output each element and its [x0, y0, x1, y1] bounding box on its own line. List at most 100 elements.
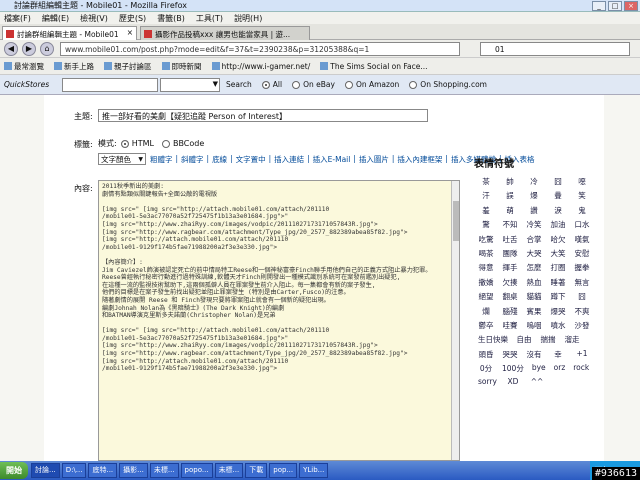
taskbar-task[interactable]: YLib...	[299, 463, 329, 478]
emoticon-item[interactable]: sorry	[474, 377, 501, 391]
search-input[interactable]: 01	[480, 42, 630, 56]
emoticon-item[interactable]: 讚	[522, 205, 546, 219]
emoticon-item[interactable]: bye	[528, 363, 550, 377]
emoticon-item[interactable]: 生日快樂	[474, 334, 512, 348]
back-icon[interactable]: ◀	[4, 42, 18, 56]
emoticon-item[interactable]: 爆	[522, 190, 546, 204]
emoticon-item[interactable]: 安慰	[570, 248, 594, 262]
emoticon-item[interactable]: 驚	[474, 219, 498, 233]
close-button[interactable]: ×	[624, 1, 638, 11]
emoticon-item[interactable]: 哭哭	[498, 349, 522, 363]
scrollbar-thumb[interactable]	[453, 201, 459, 241]
radio-ebay[interactable]: On eBay	[292, 80, 335, 89]
insert-image-button[interactable]: 插入圖片	[359, 154, 389, 165]
mode-bbcode-radio[interactable]: BBCode	[161, 139, 204, 148]
minimize-button[interactable]: _	[592, 1, 606, 11]
emoticon-item[interactable]: 噴水	[546, 320, 570, 334]
emoticon-item[interactable]: 沙發	[570, 320, 594, 334]
emoticon-item[interactable]: 0分	[474, 363, 498, 377]
bookmark-item[interactable]: 新手上路	[54, 61, 94, 72]
emoticon-item[interactable]: 誤	[498, 190, 522, 204]
center-button[interactable]: 文字置中	[236, 154, 266, 165]
subject-input[interactable]: 推一部好看的美劇【疑犯追蹤 Person of Interest】	[98, 109, 428, 122]
start-button[interactable]: 開始	[0, 462, 28, 479]
taskbar-task[interactable]: 討論...	[31, 463, 60, 478]
menu-bookmarks[interactable]: 書籤(B)	[157, 13, 185, 24]
emoticon-item[interactable]: 嗚咽	[522, 320, 546, 334]
bookmark-item[interactable]: 即時新聞	[161, 61, 202, 72]
tab-other[interactable]: 攝影作品投稿xxx 讓男也能當家具 | 遊...	[140, 26, 310, 40]
quickstores-search-button[interactable]: Search	[226, 80, 252, 89]
emoticon-item[interactable]: 沒有	[522, 349, 546, 363]
emoticon-item[interactable]: 加油	[546, 219, 570, 233]
emoticon-item[interactable]: 不爽	[570, 306, 594, 320]
emoticon-item[interactable]: 笑	[570, 190, 594, 204]
emoticon-item[interactable]: ^^	[525, 377, 549, 391]
emoticon-item[interactable]: XD	[501, 377, 525, 391]
emoticon-item[interactable]: 囧	[546, 176, 570, 190]
emoticon-item[interactable]: +1	[570, 349, 594, 363]
emoticon-item[interactable]: 噁	[570, 176, 594, 190]
emoticon-item[interactable]: 睡著	[546, 277, 570, 291]
bookmark-item[interactable]: http://www.i-gamer.net/	[211, 61, 310, 71]
radio-all[interactable]: All	[261, 80, 282, 89]
emoticon-item[interactable]: 大笑	[546, 248, 570, 262]
radio-shopping[interactable]: On Shopping.com	[409, 80, 487, 89]
taskbar-task[interactable]: pop...	[269, 463, 298, 478]
forward-icon[interactable]: ▶	[22, 42, 36, 56]
close-tab-icon[interactable]: ×	[127, 28, 133, 37]
bold-button[interactable]: 粗體字	[150, 154, 173, 165]
menu-edit[interactable]: 編輯(E)	[42, 13, 69, 24]
emoticon-item[interactable]: 合掌	[522, 234, 546, 248]
emoticon-item[interactable]: 團隊	[498, 248, 522, 262]
emoticon-item[interactable]: 冷笑	[522, 219, 546, 233]
emoticon-item[interactable]: 翻桌	[498, 291, 522, 305]
emoticon-item[interactable]: 賓果	[522, 306, 546, 320]
taskbar-task[interactable]: popo...	[180, 463, 213, 478]
emoticon-item[interactable]: 羞	[474, 205, 498, 219]
emoticon-item[interactable]: 頭昏	[474, 349, 498, 363]
emoticon-item[interactable]: 揮手	[498, 262, 522, 276]
insert-link-button[interactable]: 插入連結	[274, 154, 304, 165]
emoticon-item[interactable]: 握拳	[570, 262, 594, 276]
menu-history[interactable]: 歷史(S)	[119, 13, 146, 24]
emoticon-item[interactable]: 絕望	[474, 291, 498, 305]
emoticon-item[interactable]: 喝茶	[474, 248, 498, 262]
emoticon-item[interactable]: 汗	[474, 190, 498, 204]
tab-edit-topic[interactable]: 討論群組編輯主題 - Mobile01 ×	[2, 26, 137, 40]
maximize-button[interactable]: □	[608, 1, 622, 11]
emoticon-item[interactable]: 哈欠	[546, 234, 570, 248]
textarea-scrollbar[interactable]	[451, 181, 459, 460]
emoticon-item[interactable]: 萌	[498, 205, 522, 219]
quickstores-input[interactable]	[62, 77, 158, 92]
taskbar-task[interactable]: 底特...	[88, 463, 118, 478]
emoticon-item[interactable]: 熱血	[522, 277, 546, 291]
taskbar-task[interactable]: 下載	[245, 463, 268, 478]
emoticon-item[interactable]: 鬼	[570, 205, 594, 219]
emoticon-item[interactable]: 貓貓	[522, 291, 546, 305]
menu-help[interactable]: 說明(H)	[234, 13, 262, 24]
taskbar-task[interactable]: 未標...	[149, 463, 179, 478]
emoticon-item[interactable]: 爛	[474, 306, 498, 320]
emoticon-item[interactable]: 鬱卒	[474, 320, 498, 334]
menu-file[interactable]: 檔案(F)	[4, 13, 31, 24]
bookmark-item[interactable]: 最常瀏覽	[4, 61, 44, 72]
text-color-select[interactable]: 文字顏色	[98, 153, 146, 165]
bookmark-item[interactable]: 親子討論區	[104, 61, 152, 72]
insert-iframe-button[interactable]: 插入內建框架	[397, 154, 442, 165]
emoticon-item[interactable]: 無言	[570, 277, 594, 291]
emoticon-item[interactable]: orz	[550, 363, 570, 377]
italic-button[interactable]: 斜體字	[181, 154, 204, 165]
emoticon-item[interactable]: 蹲下	[546, 291, 570, 305]
url-input[interactable]: www.mobile01.com/post.php?mode=edit&f=37…	[60, 42, 460, 56]
emoticon-item[interactable]: 得意	[474, 262, 498, 276]
emoticon-item[interactable]: 打圈	[546, 262, 570, 276]
taskbar-task[interactable]: D:\...	[61, 463, 87, 478]
emoticon-item[interactable]: 幸	[546, 349, 570, 363]
home-icon[interactable]: ⌂	[40, 42, 54, 56]
emoticon-item[interactable]: rock	[569, 363, 593, 377]
mode-html-radio[interactable]: HTML	[120, 139, 154, 148]
taskbar-task[interactable]: 攝影...	[119, 463, 148, 478]
emoticon-item[interactable]: 不知	[498, 219, 522, 233]
emoticon-item[interactable]: 冷	[522, 176, 546, 190]
